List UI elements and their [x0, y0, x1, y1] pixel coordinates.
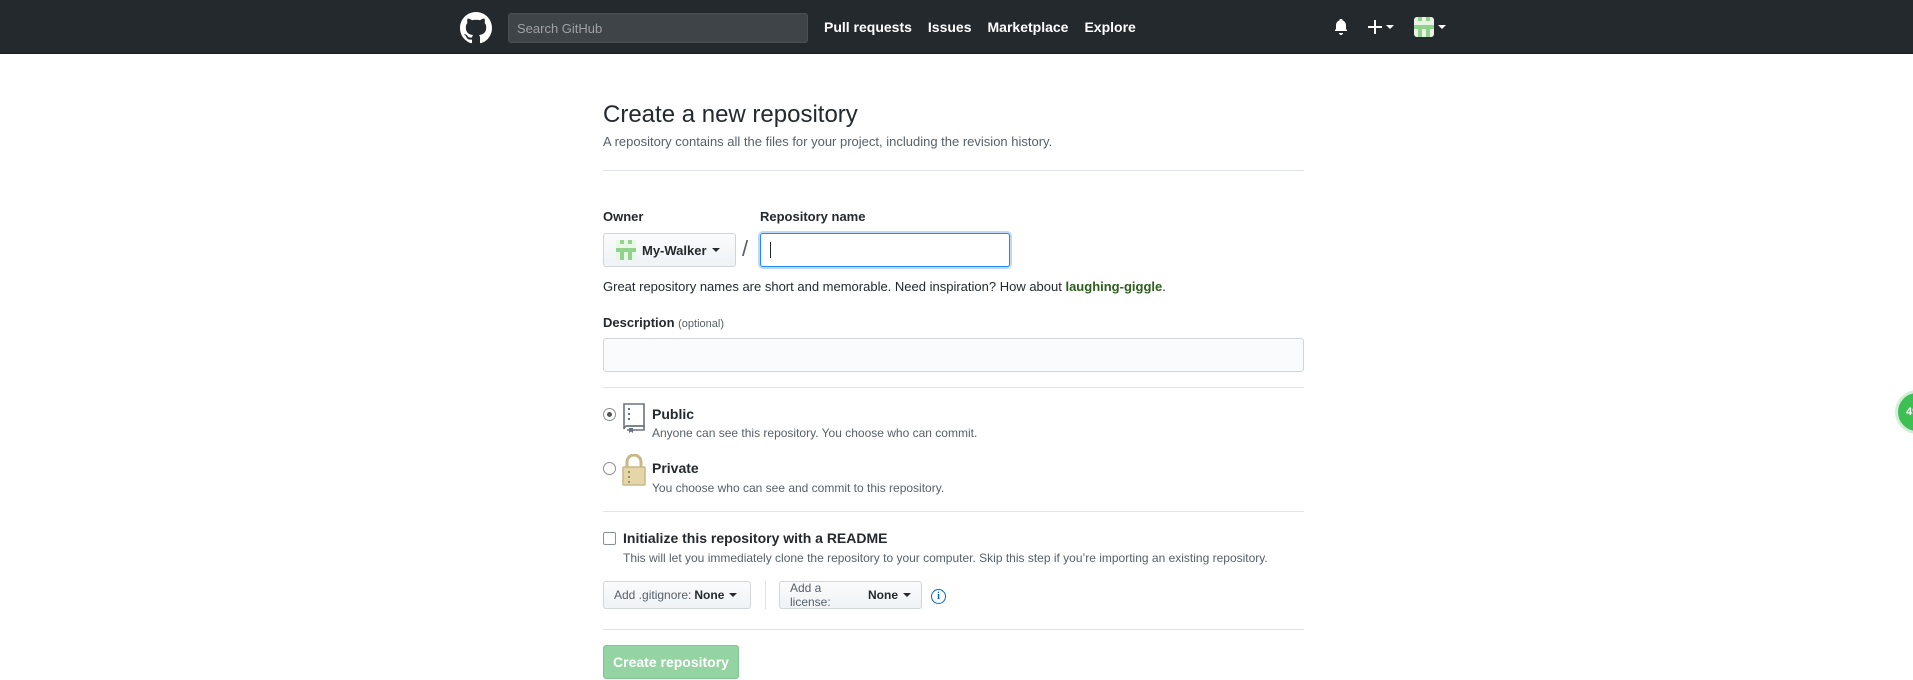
description-label-text: Description: [603, 315, 675, 330]
nav-pull-requests[interactable]: Pull requests: [824, 19, 912, 35]
lock-icon: [622, 454, 646, 486]
description-input[interactable]: [604, 339, 1303, 371]
divider: [603, 170, 1304, 171]
description-label: Description (optional): [603, 315, 724, 330]
repo-name-label: Repository name: [760, 209, 866, 224]
divider: [603, 629, 1304, 630]
github-logo-icon[interactable]: [460, 12, 492, 44]
text-cursor: [770, 242, 771, 258]
owner-select-button[interactable]: My-Walker: [603, 233, 736, 267]
nav-issues[interactable]: Issues: [928, 19, 972, 35]
gitignore-label: Add .gitignore:: [614, 588, 692, 602]
create-repository-button[interactable]: Create repository: [603, 645, 739, 679]
private-radio[interactable]: [603, 462, 616, 475]
public-description: Anyone can see this repository. You choo…: [652, 426, 978, 440]
gitignore-value: None: [694, 588, 725, 602]
search-box[interactable]: [508, 13, 808, 43]
private-description: You choose who can see and commit to thi…: [652, 481, 945, 495]
owner-label: Owner: [603, 209, 644, 224]
page-subtitle: A repository contains all the files for …: [603, 134, 1053, 149]
info-icon[interactable]: i: [931, 589, 946, 604]
top-header: Pull requests Issues Marketplace Explore: [0, 0, 1913, 54]
repo-name-field[interactable]: [760, 233, 1010, 267]
private-title: Private: [652, 460, 699, 476]
chevron-down-icon: [729, 593, 738, 597]
init-readme-label[interactable]: Initialize this repository with a README: [623, 530, 887, 546]
nav-marketplace[interactable]: Marketplace: [988, 19, 1069, 35]
description-field[interactable]: [603, 338, 1304, 372]
chevron-down-icon: [1438, 25, 1446, 29]
license-select-button[interactable]: Add a license: None: [779, 581, 922, 609]
floating-badge[interactable]: 49: [1895, 390, 1913, 434]
header-nav: Pull requests Issues Marketplace Explore: [824, 0, 1152, 54]
nav-explore[interactable]: Explore: [1084, 19, 1135, 35]
search-input[interactable]: [509, 14, 807, 42]
chevron-down-icon: [1386, 25, 1394, 29]
chevron-down-icon: [711, 248, 720, 252]
license-label: Add a license:: [790, 581, 831, 609]
page-title: Create a new repository: [603, 101, 858, 128]
owner-repo-separator: /: [742, 236, 749, 261]
page-heading: Create a new repository A repository con…: [603, 100, 1304, 149]
repo-book-icon: [623, 403, 645, 433]
notifications-bell-icon[interactable]: [1334, 19, 1348, 35]
hint-text: Great repository names are short and mem…: [603, 279, 1066, 294]
user-avatar: [1414, 17, 1434, 37]
repo-name-hint: Great repository names are short and mem…: [603, 279, 1166, 294]
divider: [603, 511, 1304, 512]
public-title: Public: [652, 406, 695, 422]
license-value: None: [868, 588, 898, 602]
user-menu[interactable]: [1414, 17, 1446, 37]
init-readme-description: This will let you immediately clone the …: [623, 551, 1268, 565]
owner-avatar: [616, 240, 636, 260]
name-suggestion-link[interactable]: laughing-giggle: [1065, 279, 1162, 294]
create-new-plus-icon[interactable]: [1368, 20, 1394, 34]
gitignore-select-button[interactable]: Add .gitignore: None: [603, 581, 751, 609]
description-optional: (optional): [678, 318, 724, 330]
init-readme-checkbox[interactable]: [603, 532, 616, 545]
chevron-down-icon: [903, 593, 911, 597]
vertical-separator: [765, 581, 766, 609]
owner-value: My-Walker: [642, 242, 707, 258]
public-radio[interactable]: [603, 408, 616, 421]
divider: [603, 387, 1304, 388]
repo-name-input[interactable]: [761, 234, 1009, 266]
hint-end: .: [1162, 279, 1166, 294]
header-actions: [1334, 0, 1446, 54]
